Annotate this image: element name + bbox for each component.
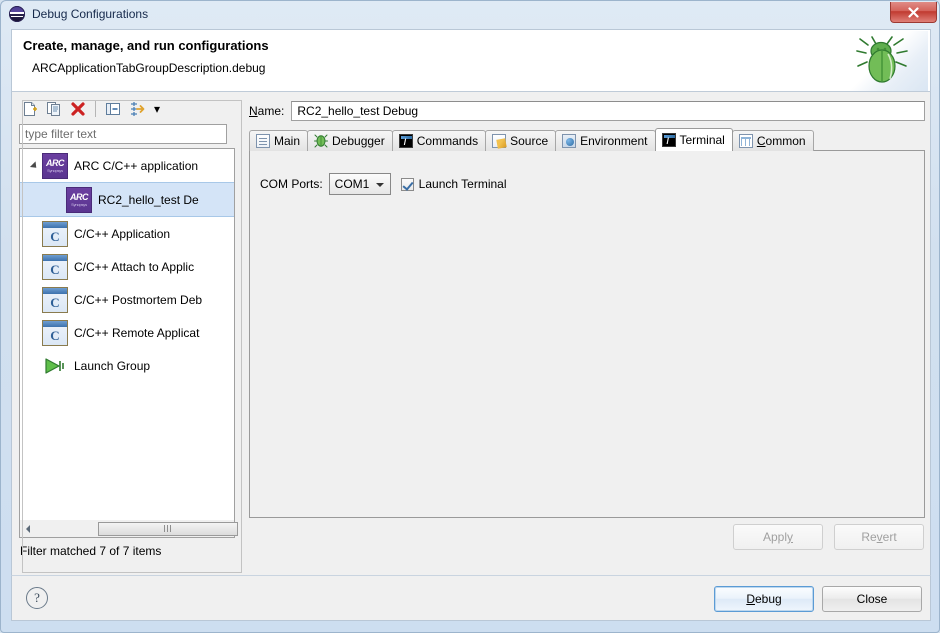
configuration-tabs: Main Debugger / Commands Source Environm… — [249, 128, 925, 151]
dialog-footer: ? Debug Close — [11, 575, 931, 621]
chevron-down-icon[interactable]: ▾ — [151, 99, 163, 119]
tab-debugger[interactable]: Debugger — [307, 130, 393, 151]
launch-terminal-checkbox[interactable]: Launch Terminal — [400, 177, 507, 191]
bug-icon — [844, 31, 928, 91]
dialog-content: ▾ type filter text ARC Synopsys ARC C/C++… — [11, 92, 931, 575]
revert-button[interactable]: Revert — [834, 524, 924, 550]
tree-item-cpp-remote[interactable]: C C/C++ Remote Applicat — [20, 316, 234, 349]
close-button[interactable]: Close — [822, 586, 922, 612]
checkbox-icon[interactable] — [400, 177, 414, 191]
arc-icon: ARC Synopsys — [42, 152, 68, 179]
configurations-panel: ▾ type filter text ARC Synopsys ARC C/C++… — [17, 96, 242, 573]
name-row: Name: RC2_hello_test Debug — [249, 100, 925, 122]
tree-item-label: C/C++ Remote Applicat — [74, 325, 200, 340]
tab-label: Environment — [580, 134, 648, 148]
apply-revert-row: Apply Revert — [249, 524, 925, 550]
debug-label: Debug — [746, 592, 782, 606]
tab-terminal[interactable]: Terminal — [654, 128, 733, 151]
tree-horizontal-scrollbar[interactable] — [19, 520, 238, 538]
com-ports-label: COM Ports: — [260, 177, 323, 191]
bug-icon — [314, 134, 329, 148]
filter-configurations-icon[interactable] — [127, 99, 147, 119]
tree-item-label: ARC C/C++ application — [74, 158, 199, 173]
tab-label: Terminal — [679, 133, 725, 147]
filter-status-text: Filter matched 7 of 7 items — [20, 544, 162, 558]
name-label: Name: — [249, 104, 285, 118]
c-file-icon: C — [42, 319, 68, 346]
toolbar-separator — [95, 101, 96, 117]
configuration-editor-panel: Name: RC2_hello_test Debug Main Debugger… — [244, 96, 927, 569]
tab-source[interactable]: Source — [485, 130, 557, 151]
terminal-icon — [398, 134, 413, 148]
window-title: Debug Configurations — [32, 7, 149, 21]
tab-label: Commands — [416, 134, 479, 148]
tree-item-label: RC2_hello_test De — [98, 192, 199, 207]
tree-item-cpp-application[interactable]: C C/C++ Application — [20, 217, 234, 250]
tree-item-arc-application[interactable]: ARC Synopsys ARC C/C++ application — [20, 149, 234, 182]
com-ports-select[interactable]: COM1 — [328, 173, 391, 195]
tab-label: Source — [510, 134, 549, 148]
dialog-header: Create, manage, and run configurations A… — [11, 29, 931, 92]
scrollbar-thumb[interactable] — [98, 521, 238, 536]
title-bar: Debug Configurations — [1, 1, 940, 27]
tab-environment[interactable]: Environment — [555, 130, 656, 151]
configurations-toolbar: ▾ — [17, 96, 237, 122]
tree-item-label: C/C++ Attach to Applic — [74, 259, 195, 274]
collapse-all-icon[interactable] — [103, 99, 123, 119]
c-file-icon: C — [42, 253, 68, 280]
environment-icon — [562, 134, 577, 148]
debug-configurations-dialog: Debug Configurations Create, manage, and… — [0, 0, 940, 633]
scrollbar-track[interactable] — [36, 520, 238, 537]
tab-label: Common — [756, 134, 806, 148]
tab-label: Main — [274, 134, 301, 148]
com-ports-value: COM1 — [334, 177, 370, 191]
tree-item-label: C/C++ Postmortem Deb — [74, 292, 203, 307]
tab-common[interactable]: Common — [731, 130, 814, 151]
delete-configuration-icon[interactable] — [68, 99, 88, 119]
tree-item-cpp-attach[interactable]: C C/C++ Attach to Applic — [20, 250, 234, 283]
revert-label: Revert — [861, 530, 897, 544]
tree-item-rc2-hello-test[interactable]: ARC Synopsys RC2_hello_test De — [20, 182, 234, 217]
c-file-icon: C — [42, 286, 68, 313]
source-icon — [492, 134, 507, 148]
table-icon — [738, 134, 753, 148]
chevron-down-icon — [375, 183, 384, 187]
tree-item-cpp-postmortem[interactable]: C C/C++ Postmortem Deb — [20, 283, 234, 316]
tab-commands[interactable]: Commands — [391, 130, 487, 151]
document-icon — [256, 134, 270, 148]
apply-label: Apply — [762, 530, 794, 544]
tab-main[interactable]: Main — [249, 130, 309, 151]
name-input[interactable]: RC2_hello_test Debug — [291, 101, 925, 121]
duplicate-configuration-icon[interactable] — [44, 99, 64, 119]
page-title: Create, manage, and run configurations — [23, 38, 269, 53]
tree-item-label: Launch Group — [74, 358, 151, 373]
tree-item-launch-group[interactable]: Launch Group — [20, 349, 234, 382]
close-label: Close — [856, 592, 888, 606]
debug-button[interactable]: Debug — [714, 586, 814, 612]
tree-item-label: C/C++ Application — [74, 226, 171, 241]
c-file-icon: C — [42, 220, 68, 247]
terminal-tab-panel: COM Ports: COM1 Launch Terminal — [249, 150, 925, 518]
new-configuration-icon[interactable] — [20, 99, 40, 119]
configurations-tree[interactable]: ARC Synopsys ARC C/C++ application ARC Syn… — [19, 148, 235, 520]
eclipse-icon — [9, 6, 25, 22]
expand-arrow-icon[interactable] — [26, 149, 42, 182]
window-close-button[interactable] — [890, 2, 937, 23]
terminal-icon — [661, 133, 676, 147]
launch-terminal-label: Launch Terminal — [418, 177, 507, 191]
help-icon[interactable]: ? — [26, 587, 48, 609]
launch-group-icon — [42, 353, 68, 379]
apply-button[interactable]: Apply — [733, 524, 823, 550]
com-ports-row: COM Ports: COM1 Launch Terminal — [260, 173, 507, 195]
page-subtitle: ARCApplicationTabGroupDescription.debug — [32, 61, 266, 75]
arc-icon: ARC Synopsys — [66, 186, 92, 213]
search-input[interactable]: type filter text — [19, 124, 227, 144]
tab-label: Debugger — [332, 134, 385, 148]
scroll-left-icon[interactable] — [20, 521, 36, 537]
